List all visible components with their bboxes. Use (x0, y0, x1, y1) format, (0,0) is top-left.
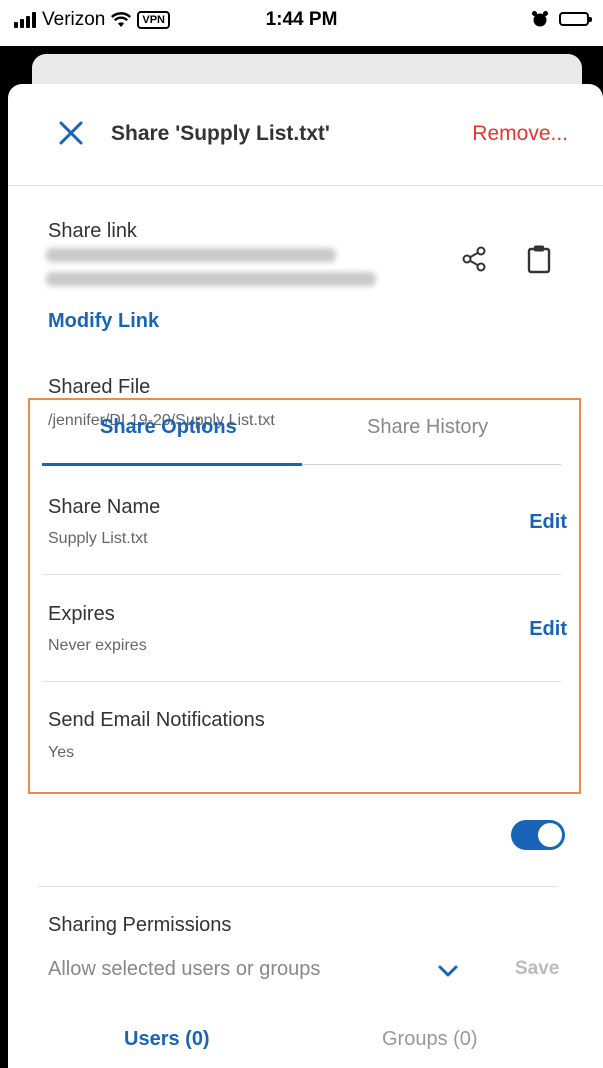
alarm-icon (532, 11, 548, 27)
tab-users[interactable]: Users (0) (124, 1028, 210, 1051)
tab-share-options[interactable]: Share Options (100, 416, 237, 439)
edit-expires-button[interactable]: Edit (529, 618, 567, 641)
share-icon[interactable] (461, 246, 487, 272)
email-notifications-value: Yes (48, 744, 75, 761)
remove-button[interactable]: Remove... (472, 122, 568, 146)
tab-groups[interactable]: Groups (0) (382, 1028, 478, 1051)
share-options-panel: Share Options Share History Share Name S… (28, 398, 581, 794)
edit-share-name-button[interactable]: Edit (529, 511, 567, 534)
sharing-permissions-label: Sharing Permissions (48, 914, 232, 936)
tab-active-indicator (42, 463, 302, 466)
chevron-down-icon[interactable] (437, 961, 459, 981)
tab-share-history[interactable]: Share History (367, 416, 488, 439)
status-time: 1:44 PM (265, 9, 338, 30)
share-name-value: Supply List.txt (48, 530, 148, 547)
clipboard-icon[interactable] (526, 244, 552, 274)
share-name-label: Share Name (48, 496, 161, 518)
save-button[interactable]: Save (515, 958, 559, 980)
toggle-knob (538, 823, 562, 847)
expires-label: Expires (48, 603, 115, 625)
email-notifications-toggle[interactable] (511, 820, 565, 850)
shared-file-label: Shared File (48, 376, 151, 398)
row-divider (42, 574, 561, 575)
page-title: Share 'Supply List.txt' (111, 122, 330, 145)
expires-value: Never expires (48, 637, 147, 654)
permissions-select[interactable]: Allow selected users or groups (48, 958, 320, 981)
email-notifications-label: Send Email Notifications (48, 709, 265, 731)
status-right (531, 10, 592, 28)
share-link-label: Share link (48, 220, 137, 242)
status-bar: Verizon VPN 1:44 PM (0, 0, 603, 46)
close-icon[interactable] (58, 120, 84, 146)
modify-link-button[interactable]: Modify Link (48, 310, 159, 333)
battery-icon (559, 12, 592, 26)
row-divider (42, 681, 561, 682)
section-divider (38, 886, 558, 887)
sheet-header: Share 'Supply List.txt' Remove... (8, 84, 603, 186)
share-link-url (46, 248, 376, 304)
